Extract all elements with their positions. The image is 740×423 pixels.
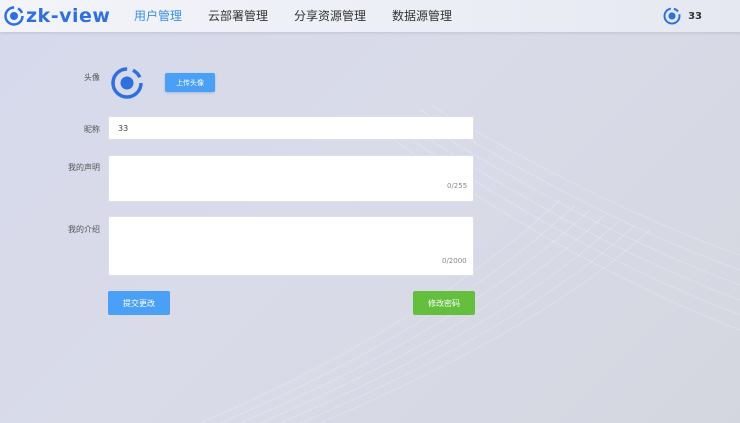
nav-item-cloud-deployment[interactable]: 云部署管理 [208, 0, 268, 32]
nickname-input[interactable] [108, 116, 474, 140]
logo[interactable]: zk-view [3, 5, 110, 27]
nav-item-shared-resources[interactable]: 分享资源管理 [294, 0, 366, 32]
user-menu[interactable]: 33 [662, 6, 702, 26]
user-avatar-icon [663, 7, 681, 25]
intro-textarea[interactable] [108, 216, 474, 276]
statement-textarea[interactable] [108, 155, 474, 202]
change-password-button[interactable]: 修改密码 [413, 291, 475, 315]
intro-char-counter: 0/2000 [442, 257, 467, 265]
background-decoration [199, 104, 740, 423]
nav-item-user-management[interactable]: 用户管理 [134, 0, 182, 32]
statement-label: 我的声明 [68, 163, 100, 172]
main-nav: 用户管理 云部署管理 分享资源管理 数据源管理 [134, 0, 478, 32]
username: 33 [688, 10, 702, 22]
ring-avatar-icon [111, 67, 143, 99]
ring-logo-icon [4, 6, 24, 26]
avatar-label: 头像 [84, 73, 100, 82]
statement-char-counter: 0/255 [447, 182, 468, 190]
nickname-label: 昵称 [84, 125, 100, 134]
submit-changes-button[interactable]: 提交更改 [108, 291, 170, 315]
logo-text: zk-view [26, 5, 111, 27]
nav-item-data-sources[interactable]: 数据源管理 [392, 0, 452, 32]
upload-avatar-button[interactable]: 上传头像 [165, 73, 215, 92]
top-navbar: zk-view 用户管理 云部署管理 分享资源管理 数据源管理 33 [0, 0, 740, 32]
intro-label: 我的介绍 [68, 225, 100, 234]
